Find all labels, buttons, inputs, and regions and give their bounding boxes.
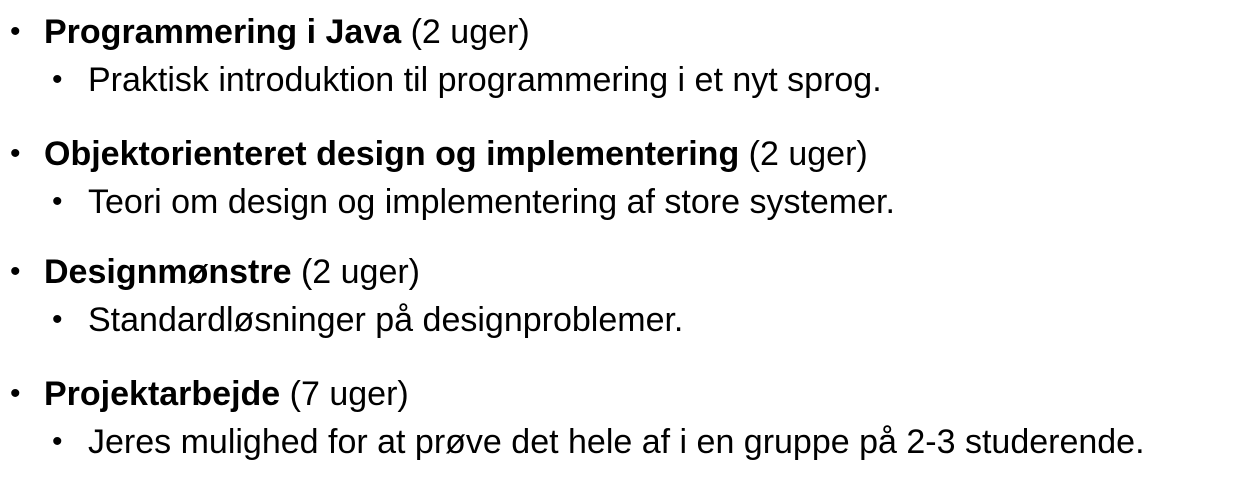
bullet-icon: • xyxy=(52,185,63,218)
bullet-icon: • xyxy=(10,137,21,170)
topic-description-text: Praktisk introduktion til programmering … xyxy=(88,61,882,99)
topic-duration: (7 uger) xyxy=(280,375,409,413)
topic-description-text: Jeres mulighed for at prøve det hele af … xyxy=(88,423,1145,461)
topic-title: Projektarbejde xyxy=(44,375,281,413)
topic-heading-text: Objektorienteret design og implementerin… xyxy=(44,134,868,174)
topic-heading-text: Projektarbejde (7 uger) xyxy=(44,374,409,414)
topic-duration: (2 uger) xyxy=(401,13,530,51)
bullet-icon: • xyxy=(10,255,21,288)
bullet-icon: • xyxy=(52,425,63,458)
bullet-icon: • xyxy=(52,303,63,336)
bullet-icon: • xyxy=(52,63,63,96)
topic-description-text: Standardløsninger på designproblemer. xyxy=(88,301,684,339)
bullet-icon: • xyxy=(10,377,21,410)
topic-title: Objektorienteret design og implementerin… xyxy=(44,135,740,173)
course-outline: • Programmering i Java (2 uger) • Prakti… xyxy=(0,0,1255,477)
topic-title: Designmønstre xyxy=(44,253,292,291)
topic-title: Programmering i Java xyxy=(44,13,402,51)
bullet-icon: • xyxy=(10,15,21,48)
topic-heading-text: Programmering i Java (2 uger) xyxy=(44,12,530,52)
topic-heading-text: Designmønstre (2 uger) xyxy=(44,252,420,292)
topic-duration: (2 uger) xyxy=(739,135,868,173)
topic-duration: (2 uger) xyxy=(291,253,420,291)
topic-description-text: Teori om design og implementering af sto… xyxy=(88,183,895,221)
